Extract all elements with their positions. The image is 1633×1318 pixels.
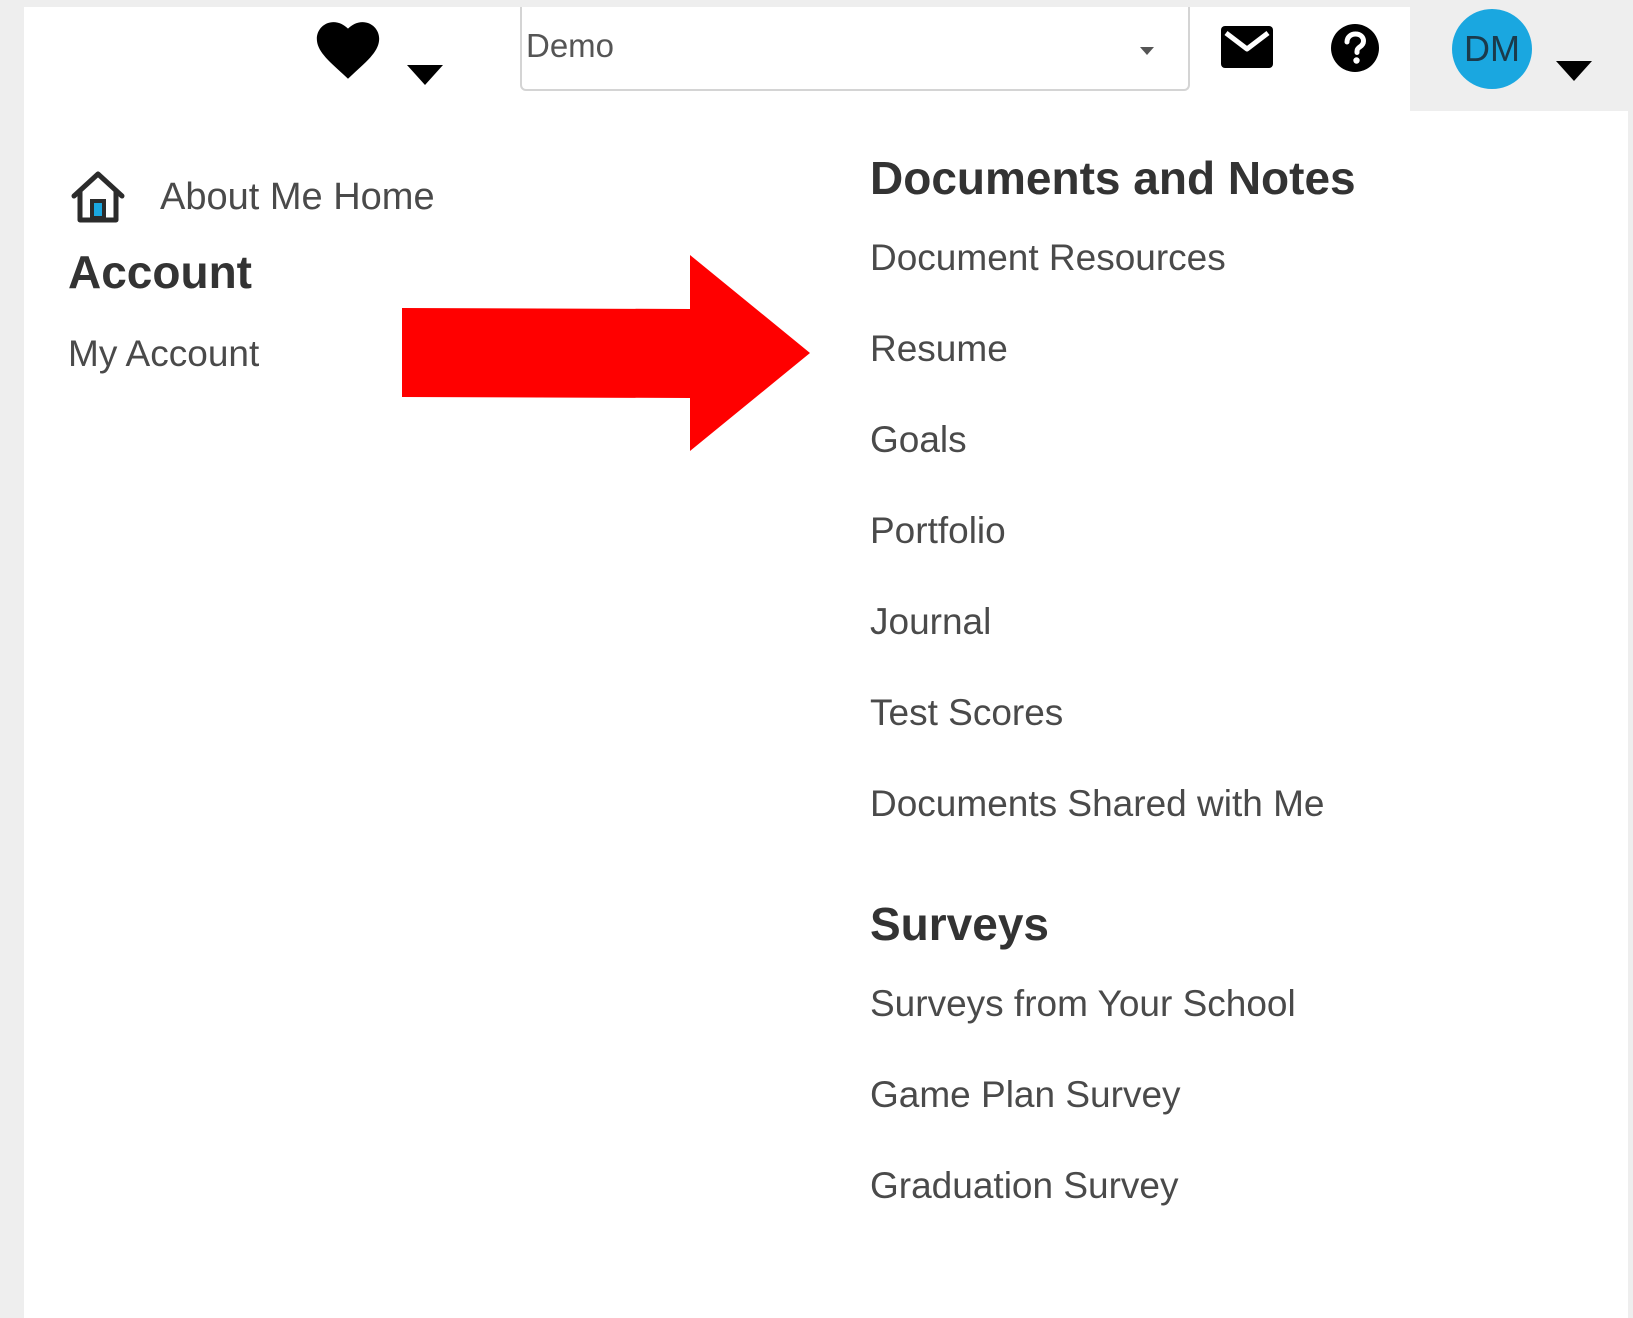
documents-and-notes-heading: Documents and Notes bbox=[870, 152, 1356, 204]
test-scores-link[interactable]: Test Scores bbox=[870, 692, 1063, 734]
user-menu-toggle[interactable]: DM bbox=[1410, 7, 1628, 111]
resume-link[interactable]: Resume bbox=[870, 328, 1008, 370]
portfolio-link[interactable]: Portfolio bbox=[870, 510, 1006, 552]
game-plan-survey-link[interactable]: Game Plan Survey bbox=[870, 1074, 1181, 1116]
house-icon bbox=[71, 171, 125, 223]
my-account-link[interactable]: My Account bbox=[68, 333, 259, 375]
avatar: DM bbox=[1452, 9, 1532, 89]
journal-link[interactable]: Journal bbox=[870, 601, 991, 643]
chevron-down-icon bbox=[1140, 47, 1154, 55]
question-circle-icon[interactable] bbox=[1330, 23, 1380, 73]
heart-icon[interactable] bbox=[314, 19, 382, 79]
red-arrow-annotation bbox=[402, 255, 810, 451]
account-heading: Account bbox=[68, 246, 252, 298]
about-me-home-link[interactable]: About Me Home bbox=[68, 167, 435, 227]
top-navigation-bar: Demo DM bbox=[24, 7, 1628, 111]
school-select[interactable]: Demo bbox=[520, 7, 1190, 91]
school-select-value: Demo bbox=[526, 27, 615, 64]
document-resources-link[interactable]: Document Resources bbox=[870, 237, 1226, 279]
app-frame: Demo DM About Me Home Account My Account… bbox=[24, 7, 1628, 1318]
documents-shared-with-me-link[interactable]: Documents Shared with Me bbox=[870, 783, 1324, 825]
envelope-icon[interactable] bbox=[1220, 25, 1274, 69]
surveys-from-your-school-link[interactable]: Surveys from Your School bbox=[870, 983, 1296, 1025]
surveys-heading: Surveys bbox=[870, 898, 1050, 950]
graduation-survey-link[interactable]: Graduation Survey bbox=[870, 1165, 1179, 1207]
chevron-down-icon bbox=[1556, 61, 1592, 81]
about-me-home-label: About Me Home bbox=[160, 175, 435, 218]
favorites-chevron-down-icon[interactable] bbox=[407, 65, 443, 87]
goals-link[interactable]: Goals bbox=[870, 419, 967, 461]
